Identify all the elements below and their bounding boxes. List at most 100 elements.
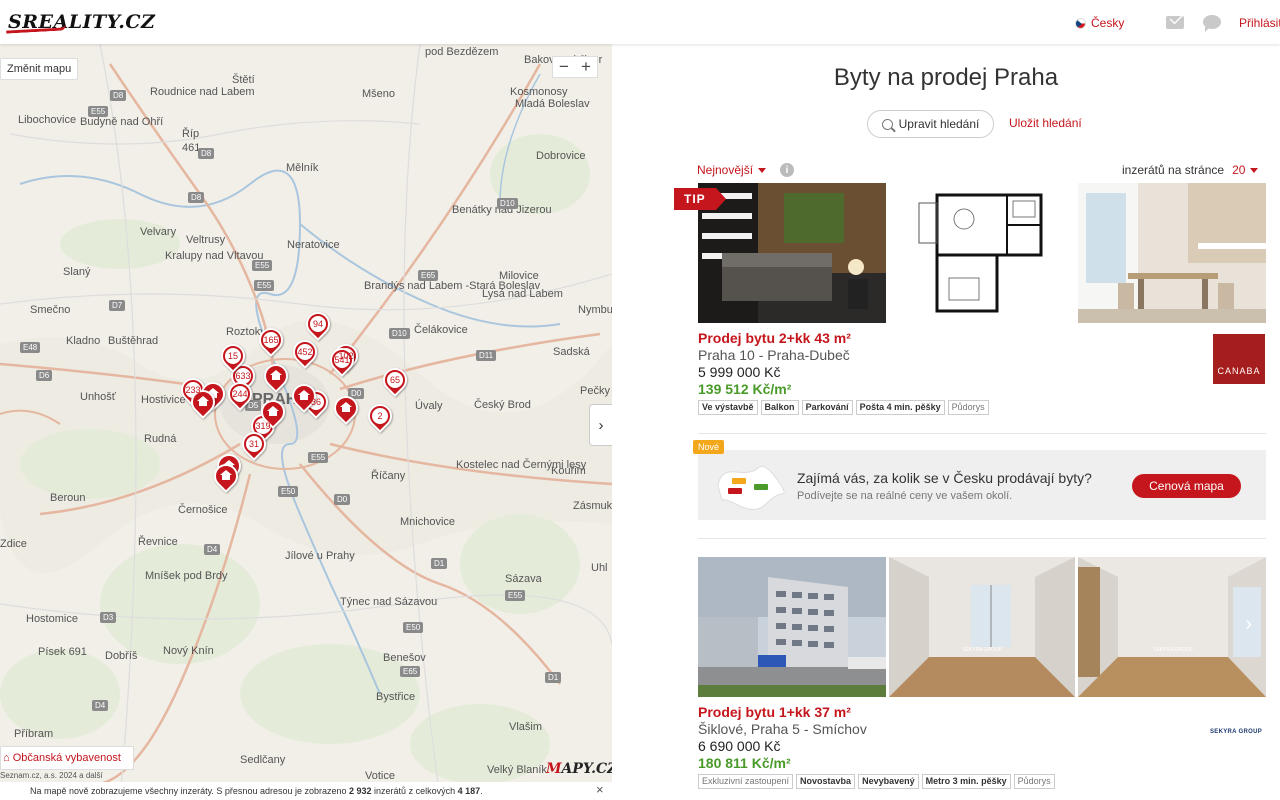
- per-page-dropdown[interactable]: 20: [1232, 163, 1259, 177]
- road-badge: D6: [36, 370, 53, 381]
- sort-label: Nejnovější: [697, 163, 754, 177]
- sort-dropdown[interactable]: Nejnovější: [697, 163, 767, 177]
- map-place-label: Benešov: [383, 652, 426, 664]
- tag: Novostavba: [796, 774, 856, 789]
- listing-photo-floorplan[interactable]: [889, 183, 1077, 323]
- map-place-label: Neratovice: [287, 239, 340, 251]
- amenities-button[interactable]: ⌂ Občanská vybavenost: [0, 746, 134, 770]
- map-cluster-pin[interactable]: 65: [378, 363, 412, 397]
- map-place-label: Hostivice: [141, 394, 186, 406]
- zoom-out-button[interactable]: −: [559, 57, 569, 77]
- road-badge: E55: [505, 590, 526, 601]
- divider: [698, 433, 1266, 434]
- listing-card[interactable]: TIP Prodej bytu 2+kk 43 m² Praha 10 - Pr…: [674, 183, 1266, 423]
- tag: Nevybavený: [858, 774, 919, 789]
- road-badge: D3: [100, 612, 117, 623]
- road-badge: D1: [431, 558, 448, 569]
- map-place-label: Zdice: [0, 538, 27, 550]
- price-map-button[interactable]: Cenová mapa: [1132, 474, 1241, 498]
- edit-search-button[interactable]: Upravit hledání: [867, 110, 994, 138]
- tag: Balkon: [760, 400, 799, 415]
- listing-photo-living-room[interactable]: [1078, 183, 1266, 323]
- page-title: Byty na prodej Praha: [833, 64, 1059, 91]
- map-place-label: Pečky: [580, 385, 610, 397]
- agency-logo-sekyra[interactable]: SEKYRA GROUP: [1210, 729, 1262, 735]
- map-place-label: Votice: [365, 770, 395, 782]
- pin-count-label: 541: [334, 355, 350, 365]
- map-place-label: Milovice: [499, 270, 539, 282]
- pin-count-label: 2: [377, 411, 383, 421]
- pin-count-label: 94: [312, 319, 323, 329]
- pin-count-label: 36: [310, 397, 321, 407]
- building-exterior-image: [698, 557, 886, 697]
- listing-price-per-m2: 180 811 Kč/m²: [698, 755, 791, 771]
- map-place-label: Roudnice nad Labem: [150, 86, 255, 98]
- tag: Parkování: [801, 400, 853, 415]
- amenities-icon: ⌂: [3, 752, 13, 764]
- house-icon: [298, 390, 310, 400]
- agency-logo-canaba[interactable]: CANABA: [1213, 334, 1265, 384]
- road-badge: D7: [109, 300, 126, 311]
- floorplan-image: [889, 183, 1077, 323]
- caret-down-icon: [1250, 167, 1259, 173]
- map-cluster-pin[interactable]: 452: [288, 335, 322, 369]
- map-property-pin[interactable]: [259, 359, 293, 393]
- map-place-label: Říp: [182, 128, 200, 140]
- map-place-label: Mnichovice: [400, 516, 456, 528]
- collapse-map-button[interactable]: ›: [589, 404, 612, 446]
- map-cluster-pin[interactable]: 2: [363, 399, 397, 433]
- listing-photo-bedroom[interactable]: [698, 183, 886, 323]
- listing-photo-exterior[interactable]: [698, 557, 886, 697]
- house-icon: [267, 406, 279, 416]
- map-cluster-pin[interactable]: 94: [301, 307, 335, 341]
- map-cluster-pin[interactable]: 15: [216, 339, 250, 373]
- listing-photos[interactable]: TIP: [674, 183, 1266, 323]
- map-property-pin[interactable]: [209, 459, 243, 493]
- listing-title[interactable]: Prodej bytu 2+kk 43 m²: [698, 330, 851, 346]
- language-label: Česky: [1091, 16, 1125, 30]
- listing-card[interactable]: SEKYRA GROUP SEKYRA GROUP › Prodej bytu …: [698, 557, 1266, 797]
- mapy-cz-logo[interactable]: MAPY.CZ: [546, 761, 612, 777]
- info-text-prefix: Na mapě nově zobrazujeme všechny inzerát…: [30, 786, 350, 796]
- map-cluster-pin[interactable]: 31: [237, 427, 271, 461]
- map-place-label: Beroun: [50, 492, 86, 504]
- map-place-label: Buštěhrad: [108, 335, 159, 347]
- map-cluster-pin[interactable]: 244: [223, 377, 257, 411]
- mapy-logo-m: M: [546, 761, 562, 777]
- info-total: 4 187: [457, 786, 481, 796]
- change-map-button[interactable]: Změnit mapu: [0, 58, 79, 80]
- map-cluster-pin[interactable]: 165: [254, 323, 288, 357]
- next-photo-icon[interactable]: ›: [1245, 613, 1252, 636]
- house-icon: [220, 470, 232, 480]
- zoom-in-button[interactable]: +: [581, 57, 591, 77]
- road-badge: E65: [418, 270, 439, 281]
- map-place-label: Mníšek pod Brdy: [145, 570, 228, 582]
- map-place-label: Sedlčany: [240, 754, 286, 766]
- map-copyright: Seznam.cz, a.s. 2024 a další: [0, 771, 103, 780]
- pin-count-label: 65: [389, 375, 400, 385]
- info-icon[interactable]: i: [780, 163, 794, 177]
- map-place-label: Jílové u Prahy: [285, 550, 355, 562]
- listing-price: 6 690 000 Kč: [698, 738, 781, 754]
- mail-icon[interactable]: [1166, 16, 1184, 29]
- road-badge: E55: [88, 106, 109, 117]
- map-place-label: Říčany: [371, 470, 406, 482]
- map-view[interactable]: pod BezdězemBakov nad JizerŠtětíRoudnice…: [0, 44, 612, 800]
- map-place-label: Lysá nad Labem: [482, 288, 563, 300]
- login-link[interactable]: Přihlásit: [1239, 16, 1280, 30]
- listing-photo-interior-2[interactable]: SEKYRA GROUP ›: [1078, 557, 1266, 697]
- road-badge: D10: [497, 198, 518, 209]
- tag: Pošta 4 min. pěšky: [855, 400, 945, 415]
- listing-tags: Exkluzivní zastoupení Novostavba Nevybav…: [698, 774, 1055, 789]
- listing-title[interactable]: Prodej bytu 1+kk 37 m²: [698, 704, 851, 720]
- close-icon[interactable]: ×: [596, 782, 604, 797]
- map-place-label: Štětí: [232, 74, 255, 86]
- listing-photo-interior-1[interactable]: SEKYRA GROUP: [889, 557, 1075, 697]
- road-badge: D1: [545, 672, 562, 683]
- chat-icon[interactable]: [1203, 15, 1221, 32]
- map-property-pin[interactable]: [329, 391, 363, 425]
- language-switch[interactable]: Česky: [1075, 16, 1124, 30]
- listing-photos[interactable]: SEKYRA GROUP SEKYRA GROUP ›: [698, 557, 1266, 697]
- save-search-link[interactable]: Uložit hledání: [1009, 116, 1082, 130]
- listing-tags: Ve výstavbě Balkon Parkování Pošta 4 min…: [698, 400, 989, 415]
